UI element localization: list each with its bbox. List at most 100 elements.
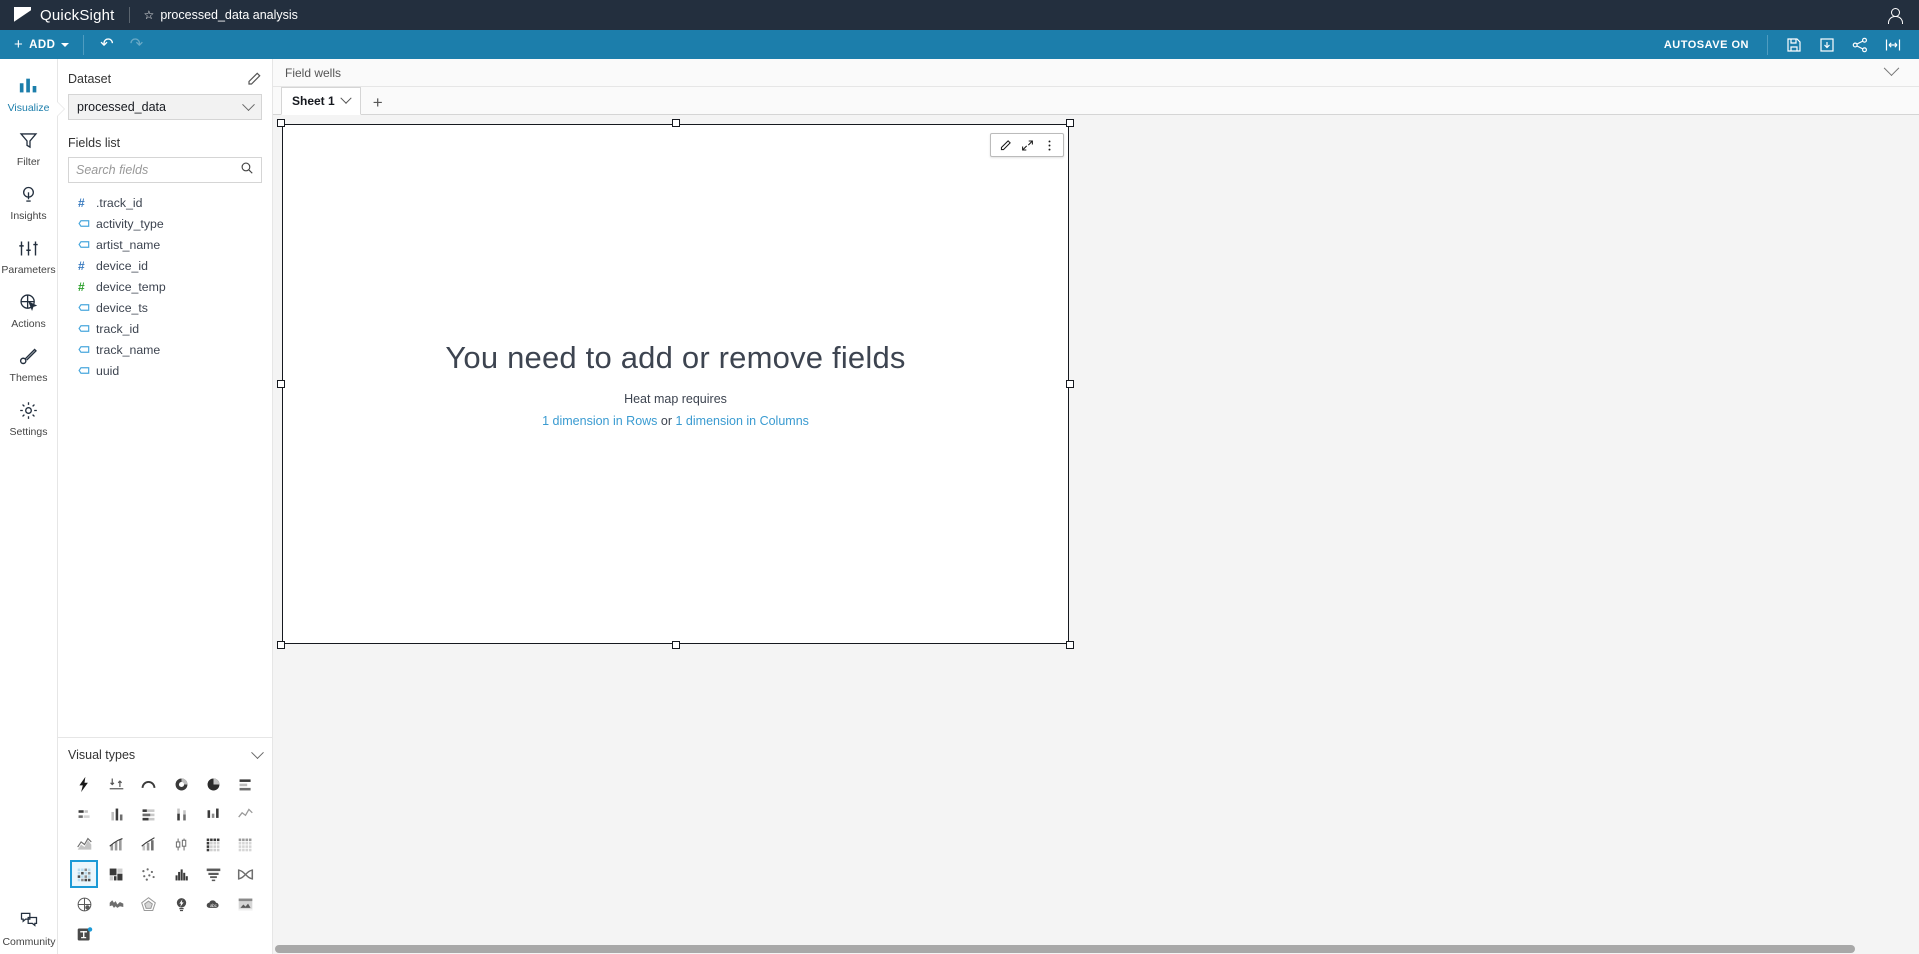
- dataset-select[interactable]: processed_data: [68, 94, 262, 120]
- save-icon[interactable]: [1786, 37, 1802, 53]
- list-item[interactable]: device_ts: [68, 297, 262, 318]
- export-download-icon[interactable]: [1819, 37, 1835, 53]
- left-navigation: Visualize Filter Insights Parameters Act…: [0, 59, 64, 954]
- funnel-icon: [18, 127, 39, 153]
- visual-type-waterfall-chart[interactable]: [199, 800, 227, 828]
- visual-type-geospatial-map[interactable]: [70, 890, 98, 918]
- resize-handle-bottom-right[interactable]: [1066, 641, 1074, 649]
- share-icon[interactable]: [1852, 37, 1868, 53]
- resize-handle-middle-right[interactable]: [1066, 380, 1074, 388]
- list-item[interactable]: uuid: [68, 360, 262, 381]
- search-icon[interactable]: [240, 161, 254, 180]
- tab-sheet-1[interactable]: Sheet 1: [281, 87, 361, 115]
- visual-type-horizontal-bar-chart[interactable]: [232, 770, 260, 798]
- more-options-icon[interactable]: [1039, 135, 1059, 155]
- sidebar-item-settings[interactable]: Settings: [0, 397, 58, 438]
- list-item[interactable]: # .track_id: [68, 192, 262, 213]
- visual-type-scatter-plot[interactable]: [135, 860, 163, 888]
- list-item[interactable]: activity_type: [68, 213, 262, 234]
- list-item[interactable]: artist_name: [68, 234, 262, 255]
- resize-handle-top-right[interactable]: [1066, 119, 1074, 127]
- columns-requirement-link[interactable]: 1 dimension in Columns: [676, 414, 809, 428]
- visual-type-vertical-bar-chart[interactable]: [102, 800, 130, 828]
- visual-type-insight[interactable]: [167, 890, 195, 918]
- number-field-icon: #: [78, 195, 85, 210]
- undo-icon[interactable]: ↶: [100, 36, 113, 53]
- sidebar-label-themes: Themes: [9, 372, 48, 384]
- edit-pencil-icon[interactable]: [995, 135, 1015, 155]
- fit-width-icon[interactable]: [1885, 37, 1901, 53]
- field-name: device_ts: [96, 300, 148, 315]
- heat-map-visual[interactable]: You need to add or remove fields Heat ma…: [282, 124, 1069, 644]
- list-item[interactable]: # device_id: [68, 255, 262, 276]
- horizontal-scrollbar-thumb[interactable]: [275, 945, 1855, 953]
- visual-type-horizontal-stacked-100-bar[interactable]: [135, 800, 163, 828]
- visual-type-sankey-diagram[interactable]: [232, 860, 260, 888]
- resize-handle-bottom-center[interactable]: [671, 641, 680, 649]
- user-account-icon[interactable]: [1885, 5, 1905, 25]
- pencil-icon[interactable]: [246, 71, 262, 87]
- resize-handle-bottom-left[interactable]: [277, 641, 285, 649]
- sidebar-item-insights[interactable]: Insights: [0, 181, 58, 222]
- visual-type-horizontal-stacked-bar-chart[interactable]: [70, 800, 98, 828]
- visual-type-pivot-table[interactable]: [232, 830, 260, 858]
- rows-requirement-link[interactable]: 1 dimension in Rows: [542, 414, 657, 428]
- search-fields-box[interactable]: [68, 157, 262, 183]
- visual-type-filled-map[interactable]: [102, 890, 130, 918]
- visual-type-box-plot[interactable]: [167, 830, 195, 858]
- list-item[interactable]: track_id: [68, 318, 262, 339]
- visual-type-word-cloud[interactable]: abc: [199, 890, 227, 918]
- main-toolbar: + ADD ↶ ↷ AUTOSAVE ON: [0, 30, 1919, 59]
- visual-type-combo-bar-line-chart[interactable]: [102, 830, 130, 858]
- top-header-bar: QuickSight ☆ processed_data analysis: [0, 0, 1919, 30]
- analysis-title[interactable]: processed_data analysis: [160, 8, 298, 22]
- visual-type-pie-chart[interactable]: [199, 770, 227, 798]
- add-button[interactable]: + ADD: [0, 30, 83, 59]
- sidebar-item-community[interactable]: Community: [0, 907, 58, 948]
- sidebar-item-actions[interactable]: Actions: [0, 289, 58, 330]
- visual-type-kpi[interactable]: [102, 770, 130, 798]
- resize-handle-top-center[interactable]: [671, 119, 680, 127]
- list-item[interactable]: track_name: [68, 339, 262, 360]
- expand-icon[interactable]: [1017, 135, 1037, 155]
- visual-type-histogram[interactable]: [167, 860, 195, 888]
- sidebar-item-themes[interactable]: Themes: [0, 343, 58, 384]
- chevron-down-icon[interactable]: [340, 92, 352, 104]
- visual-type-area-line-chart[interactable]: [70, 830, 98, 858]
- field-name: uuid: [96, 363, 120, 378]
- visual-type-donut-chart[interactable]: [167, 770, 195, 798]
- visual-type-custom-visual-content[interactable]: [232, 890, 260, 918]
- chevron-down-icon[interactable]: [251, 745, 264, 759]
- resize-handle-middle-left[interactable]: [277, 380, 285, 388]
- star-icon[interactable]: ☆: [144, 9, 155, 21]
- sidebar-item-parameters[interactable]: Parameters: [0, 235, 58, 276]
- active-nav-pointer: [56, 101, 64, 117]
- visual-type-funnel-chart[interactable]: [199, 860, 227, 888]
- string-field-icon: [78, 364, 96, 377]
- visual-type-radar-chart[interactable]: [135, 890, 163, 918]
- visual-type-line-chart[interactable]: [232, 800, 260, 828]
- visual-type-autograph[interactable]: [70, 770, 98, 798]
- visual-type-treemap[interactable]: [102, 860, 130, 888]
- visual-type-table[interactable]: [199, 830, 227, 858]
- sidebar-item-visualize[interactable]: Visualize: [0, 73, 58, 114]
- visual-type-gauge-chart[interactable]: [135, 770, 163, 798]
- visual-type-heat-map[interactable]: [70, 860, 99, 888]
- sliders-icon: [18, 235, 39, 261]
- sidebar-item-filter[interactable]: Filter: [0, 127, 58, 168]
- chevron-down-icon[interactable]: [1883, 60, 1900, 77]
- chevron-down-icon: [242, 97, 255, 111]
- search-input[interactable]: [76, 163, 240, 177]
- resize-handle-top-left[interactable]: [277, 119, 285, 127]
- list-item[interactable]: # device_temp: [68, 276, 262, 297]
- sheet-canvas[interactable]: You need to add or remove fields Heat ma…: [273, 115, 1919, 954]
- chat-bubbles-icon: [19, 907, 39, 933]
- visual-type-vertical-stacked-bar-chart[interactable]: [167, 800, 195, 828]
- horizontal-scrollbar[interactable]: [273, 944, 1919, 954]
- dataset-header-row: Dataset: [68, 71, 262, 87]
- visual-container[interactable]: You need to add or remove fields Heat ma…: [277, 119, 1074, 649]
- visual-type-text-box[interactable]: [70, 920, 98, 948]
- redo-icon[interactable]: ↷: [130, 36, 143, 53]
- visual-type-stacked-combo-chart[interactable]: [135, 830, 163, 858]
- add-sheet-button[interactable]: +: [361, 92, 395, 114]
